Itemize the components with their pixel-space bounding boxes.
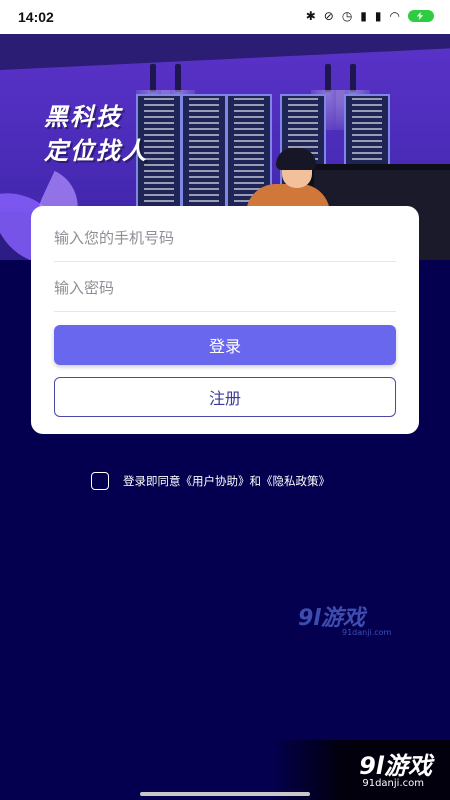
home-indicator[interactable] bbox=[140, 792, 310, 796]
alarm-off-icon: ⊘ bbox=[323, 9, 334, 23]
ceiling-lamp-icon bbox=[336, 64, 370, 130]
hero-title: 黑科技 定位找人 bbox=[44, 100, 148, 168]
privacy-policy-link[interactable]: 《隐私政策》 bbox=[261, 474, 330, 488]
watermark-domain: 91danji.com bbox=[342, 628, 392, 637]
watermark-corner: 9l游戏 91danji.com bbox=[270, 740, 450, 800]
status-icons: ✱ ⊘ ◷ ▮ ▮ ◠ bbox=[306, 9, 434, 23]
watermark-center: 9l游戏 91danji.com bbox=[298, 600, 391, 637]
register-button[interactable]: 注册 bbox=[54, 377, 396, 417]
ceiling-lamp-icon bbox=[311, 64, 345, 130]
watermark-corner-domain: 91danji.com bbox=[362, 778, 424, 789]
bluetooth-icon: ✱ bbox=[305, 9, 316, 23]
status-time: 14:02 bbox=[18, 9, 54, 25]
login-button[interactable]: 登录 bbox=[54, 325, 396, 365]
user-agreement-link[interactable]: 《用户协助》 bbox=[181, 474, 250, 488]
ceiling-lamp-icon bbox=[136, 64, 170, 130]
agreement-text: 登录即同意《用户协助》和《隐私政策》 bbox=[123, 473, 330, 489]
ceiling-graphic bbox=[0, 34, 450, 70]
agreement-prefix: 登录即同意 bbox=[123, 474, 181, 488]
login-card: 登录 注册 bbox=[31, 206, 419, 434]
agreement-conjunction: 和 bbox=[249, 474, 262, 488]
phone-input[interactable] bbox=[54, 214, 396, 262]
watermark-corner-brand: 9l游戏 bbox=[359, 752, 432, 780]
status-bar: 14:02 ✱ ⊘ ◷ ▮ ▮ ◠ bbox=[0, 0, 450, 34]
signal-icon: ▮ bbox=[374, 9, 382, 23]
hero-title-line1: 黑科技 bbox=[44, 103, 122, 131]
person-hair-graphic bbox=[276, 148, 316, 170]
ceiling-lamp-icon bbox=[161, 64, 195, 130]
battery-charging-icon bbox=[408, 10, 434, 22]
agreement-checkbox[interactable] bbox=[91, 472, 109, 490]
password-input[interactable] bbox=[54, 264, 396, 312]
agreement-row: 登录即同意《用户协助》和《隐私政策》 bbox=[91, 472, 330, 490]
hero-title-line2: 定位找人 bbox=[44, 137, 148, 165]
signal-icon: ▮ bbox=[360, 9, 367, 23]
wifi-icon: ◠ bbox=[389, 9, 400, 23]
alarm-icon: ◷ bbox=[341, 9, 353, 23]
